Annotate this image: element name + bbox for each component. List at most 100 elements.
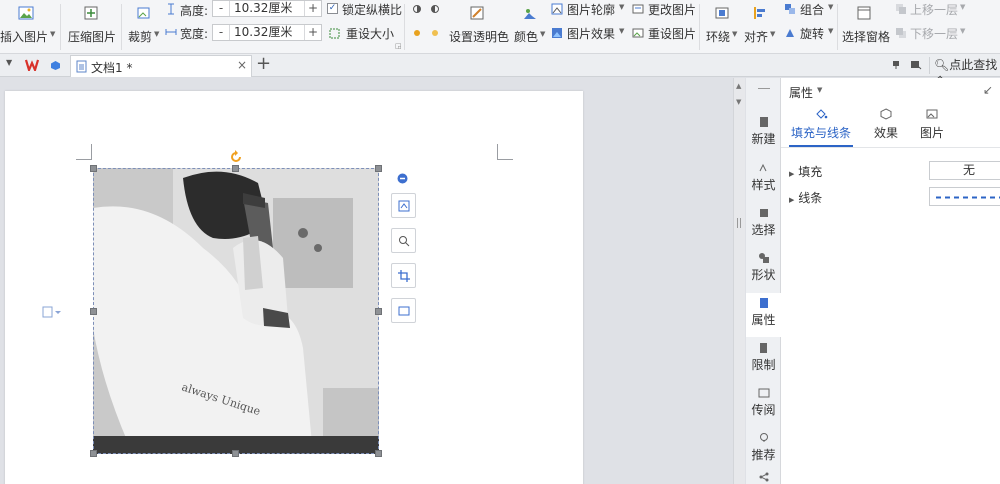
- scroll-up-icon[interactable]: ▲: [736, 82, 741, 90]
- tab-effect[interactable]: 效果: [869, 108, 903, 141]
- height-increase-button[interactable]: +: [305, 1, 321, 16]
- sidebar-item-properties[interactable]: 属性: [746, 293, 781, 337]
- ribbon-toolbar: 插入图片 ▼ 压缩图片 裁剪 ▼ 高度: - 10.32厘米 + 宽度: - 10.…: [0, 0, 1000, 54]
- zoom-picture-button[interactable]: [391, 228, 416, 253]
- tab-picture[interactable]: 图片: [917, 108, 947, 141]
- sidebar-item-shape[interactable]: 形状: [746, 248, 781, 292]
- toolbar-icon[interactable]: [910, 60, 922, 70]
- lock-ratio-checkbox[interactable]: ✓: [327, 3, 338, 14]
- chevron-down-icon: ▼: [960, 27, 966, 35]
- sidebar-item-select[interactable]: 选择: [746, 203, 781, 247]
- resize-handle-bottom-left[interactable]: [90, 450, 97, 457]
- set-transparent-button[interactable]: 设置透明色: [447, 2, 509, 50]
- fill-row[interactable]: ▶ 填充: [789, 163, 822, 180]
- crop-button[interactable]: 裁剪 ▼: [126, 2, 160, 50]
- resize-handle-top[interactable]: [232, 165, 239, 172]
- height-value[interactable]: 10.32厘米: [229, 1, 305, 16]
- reset-size-icon: [329, 28, 340, 39]
- chevron-down-icon[interactable]: ▼: [817, 86, 822, 94]
- wps-logo-icon[interactable]: [25, 59, 39, 71]
- width-spinner[interactable]: - 10.32厘米 +: [212, 24, 322, 41]
- sidebar-menu-icon[interactable]: [758, 88, 770, 89]
- pin-icon[interactable]: [891, 60, 901, 70]
- cube-icon[interactable]: [50, 60, 61, 71]
- sidebar-item-label: 样式: [751, 178, 776, 192]
- brightness-down-icon[interactable]: [430, 4, 440, 14]
- new-tab-button[interactable]: +: [256, 53, 271, 74]
- crop-icon: [137, 7, 150, 19]
- pin-panel-icon[interactable]: ↙: [983, 83, 993, 97]
- crop-picture-button[interactable]: [391, 263, 416, 288]
- dashed-line-icon: [936, 196, 1000, 199]
- dialog-launcher-icon[interactable]: ◲: [395, 42, 402, 50]
- contrast-down-icon[interactable]: [430, 28, 440, 38]
- resize-handle-top-right[interactable]: [375, 165, 382, 172]
- command-search-input[interactable]: 🔍︎点此查找命: [929, 57, 1000, 89]
- paragraph-layout-icon[interactable]: [42, 306, 62, 318]
- fill-label: 填充: [798, 165, 823, 179]
- sidebar-item-style[interactable]: 样式: [746, 158, 781, 202]
- lock-ratio-label[interactable]: 锁定纵横比: [342, 1, 402, 18]
- brightness-up-icon[interactable]: [412, 4, 422, 14]
- expand-icon: ▶: [789, 170, 795, 178]
- vertical-scrollbar[interactable]: ▲ ▼: [733, 78, 745, 484]
- line-row[interactable]: ▶ 线条: [789, 189, 822, 206]
- close-icon[interactable]: ×: [237, 58, 247, 72]
- align-icon: [754, 7, 765, 19]
- panel-title[interactable]: 属性: [789, 84, 813, 101]
- chevron-down-icon[interactable]: ▼: [6, 58, 12, 67]
- tab-document[interactable]: 文档1 * ×: [70, 55, 252, 77]
- tab-label: 图片: [919, 126, 944, 140]
- compress-picture-button[interactable]: 压缩图片: [66, 2, 116, 50]
- reset-picture-icon: [632, 28, 644, 38]
- picture-effect-button[interactable]: 图片效果: [567, 25, 615, 42]
- fill-value-dropdown[interactable]: 无: [929, 161, 1000, 180]
- group-icon: [785, 4, 795, 14]
- bring-forward-button[interactable]: 上移一层: [910, 1, 958, 18]
- height-spinner[interactable]: - 10.32厘米 +: [212, 0, 322, 17]
- transparent-color-icon: [470, 6, 484, 20]
- width-increase-button[interactable]: +: [305, 25, 321, 40]
- sidebar-item-recommend[interactable]: 推荐: [746, 428, 781, 472]
- share-nodes-icon[interactable]: [758, 471, 770, 483]
- properties-icon: [759, 298, 768, 308]
- tab-fill-line[interactable]: 填充与线条: [789, 108, 853, 141]
- send-backward-button[interactable]: 下移一层: [910, 25, 958, 42]
- resize-handle-top-left[interactable]: [90, 165, 97, 172]
- contrast-up-icon[interactable]: [412, 28, 422, 38]
- new-icon: [759, 117, 768, 127]
- height-decrease-button[interactable]: -: [213, 1, 229, 16]
- chevron-down-icon: ▼: [154, 30, 160, 38]
- chevron-down-icon: ▼: [619, 27, 625, 35]
- resize-handle-bottom-right[interactable]: [375, 450, 382, 457]
- divider: [781, 147, 1000, 148]
- width-decrease-button[interactable]: -: [213, 25, 229, 40]
- change-picture-button[interactable]: 更改图片: [648, 1, 696, 18]
- layout-options-button[interactable]: [391, 193, 416, 218]
- wrap-button[interactable]: 环绕 ▼: [704, 2, 740, 50]
- collapse-icon[interactable]: [397, 173, 408, 184]
- resize-handle-bottom[interactable]: [232, 450, 239, 457]
- line-style-dropdown[interactable]: [929, 187, 1000, 206]
- rotate-button[interactable]: 旋转: [800, 25, 824, 42]
- border-picture-button[interactable]: [391, 298, 416, 323]
- color-button[interactable]: 颜色 ▼: [512, 2, 548, 50]
- sidebar-item-new[interactable]: 新建: [746, 112, 781, 156]
- group-button[interactable]: 组合: [800, 1, 824, 18]
- sidebar-item-restrict[interactable]: 限制: [746, 338, 781, 382]
- sidebar-item-share[interactable]: 传阅: [746, 383, 781, 427]
- insert-picture-label: 插入图片: [0, 30, 49, 44]
- picture-outline-button[interactable]: 图片轮廓: [567, 1, 615, 18]
- splitter-grip[interactable]: [737, 218, 741, 228]
- width-value[interactable]: 10.32厘米: [229, 25, 305, 40]
- resize-handle-left[interactable]: [90, 308, 97, 315]
- selection-pane-button[interactable]: 选择窗格: [840, 2, 890, 50]
- scroll-down-icon[interactable]: ▼: [736, 98, 741, 106]
- align-button[interactable]: 对齐 ▼: [742, 2, 778, 50]
- resize-handle-right[interactable]: [375, 308, 382, 315]
- reset-picture-button[interactable]: 重设图片: [648, 25, 696, 42]
- reset-size-button[interactable]: 重设大小: [346, 25, 394, 42]
- insert-picture-button[interactable]: 插入图片 ▼: [0, 2, 55, 50]
- line-label: 线条: [798, 191, 823, 205]
- rotate-handle-icon[interactable]: [229, 150, 243, 164]
